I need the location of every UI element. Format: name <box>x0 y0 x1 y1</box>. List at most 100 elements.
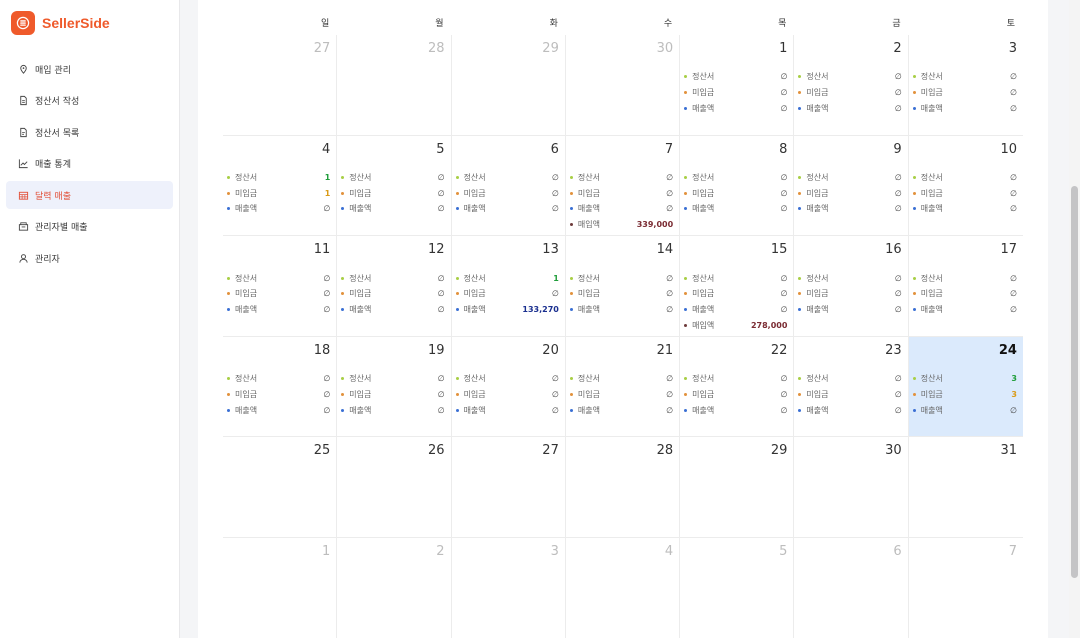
calendar-day[interactable]: 7 정산서 ∅ 미입금 ∅ 매출액 ∅ 매입액 339,000 <box>565 135 681 237</box>
entry-label: 매출액 <box>692 304 715 314</box>
calendar-day[interactable]: 20 정산서 ∅ 미입금 ∅ 매출액 ∅ <box>451 336 566 438</box>
sidebar-item-tag[interactable]: 매입 관리 <box>6 55 173 83</box>
entry-value: ∅ <box>780 405 788 415</box>
entry-statement: 정산서 ∅ <box>684 270 787 286</box>
entry-statement: 정산서 ∅ <box>684 69 787 85</box>
entry-label: 매출액 <box>692 204 715 214</box>
entry-value: ∅ <box>1010 188 1017 198</box>
entry-sales: 매출액 ∅ <box>569 302 673 318</box>
calendar-day[interactable]: 16 정산서 ∅ 미입금 ∅ 매출액 ∅ <box>794 236 909 337</box>
calendar-day[interactable]: 6 <box>794 537 909 638</box>
calendar-day[interactable]: 26 <box>337 437 452 538</box>
calendar-day[interactable]: 19 정산서 ∅ 미입금 ∅ 매출액 ∅ <box>337 336 452 438</box>
calendar-day[interactable]: 21 정산서 ∅ 미입금 ∅ 매출액 ∅ <box>565 336 681 438</box>
sidebar-item-calendar[interactable]: 달력 매출 <box>6 181 173 209</box>
calendar-day[interactable]: 29 <box>680 437 795 538</box>
entry-label: 매입액 <box>692 320 715 330</box>
entry-dot-icon <box>455 191 459 195</box>
calendar-day[interactable]: 27 <box>451 437 566 538</box>
calendar-day[interactable]: 27 <box>223 35 338 136</box>
entry-dot-icon <box>569 207 573 211</box>
calendar-day[interactable]: 28 <box>337 35 452 136</box>
calendar-day[interactable]: 18 정산서 ∅ 미입금 ∅ 매출액 ∅ <box>223 336 338 438</box>
entry-dot-icon <box>455 392 459 396</box>
entry-value: ∅ <box>551 204 559 214</box>
day-number: 15 <box>770 242 788 258</box>
calendar-day[interactable]: 13 정산서 1 미입금 ∅ 매출액 133,270 <box>451 236 566 337</box>
entry-sales: 매출액 ∅ <box>341 201 445 217</box>
entry-label: 정산서 <box>920 172 943 182</box>
calendar-day[interactable]: 5 정산서 ∅ 미입금 ∅ 매출액 ∅ <box>337 135 452 237</box>
day-entries: 정산서 ∅ 미입금 ∅ 매출액 ∅ 매입액 278,000 <box>684 270 787 333</box>
calendar-day[interactable]: 22 정산서 ∅ 미입금 ∅ 매출액 ∅ <box>680 336 795 438</box>
sidebar-item-label: 매입 관리 <box>35 65 71 76</box>
scrollbar-thumb[interactable] <box>1071 186 1078 578</box>
document-icon <box>17 95 29 107</box>
calendar-day[interactable]: 12 정산서 ∅ 미입금 ∅ 매출액 ∅ <box>337 236 452 337</box>
calendar-day[interactable]: 3 정산서 ∅ 미입금 ∅ 매출액 ∅ <box>908 35 1023 136</box>
weekday-label: 화 <box>549 19 558 29</box>
entry-dot-icon <box>798 191 802 195</box>
entry-label: 매출액 <box>349 304 372 314</box>
day-entries: 정산서 ∅ 미입금 ∅ 매출액 ∅ <box>455 170 559 217</box>
entry-value: ∅ <box>1010 405 1017 415</box>
entry-dot-icon <box>455 408 459 412</box>
sidebar-item-store[interactable]: 관리자별 매출 <box>6 213 173 241</box>
vertical-scrollbar[interactable] <box>1069 0 1080 638</box>
day-number: 23 <box>885 342 902 358</box>
sidebar-item-document-list[interactable]: 정산서 목록 <box>6 118 173 146</box>
calendar-day[interactable]: 4 정산서 1 미입금 1 매출액 ∅ <box>223 135 338 237</box>
entry-dot-icon <box>798 292 802 296</box>
entry-dot-icon <box>912 377 916 381</box>
day-number: 4 <box>664 543 674 559</box>
sidebar-item-user[interactable]: 관리자 <box>6 244 173 272</box>
entry-statement: 정산서 ∅ <box>341 270 445 286</box>
calendar-day[interactable]: 5 <box>680 537 795 638</box>
calendar-day[interactable]: 17 정산서 ∅ 미입금 ∅ 매출액 ∅ <box>908 236 1023 337</box>
entry-dot-icon <box>341 276 345 280</box>
calendar-day[interactable]: 8 정산서 ∅ 미입금 ∅ 매출액 ∅ <box>680 135 795 237</box>
calendar-day[interactable]: 30 <box>565 35 681 136</box>
entry-value: ∅ <box>894 204 902 214</box>
entry-dot-icon <box>341 175 345 179</box>
entry-sales: 매출액 ∅ <box>684 402 787 418</box>
calendar-day[interactable]: 31 <box>908 437 1023 538</box>
calendar-day[interactable]: 7 <box>908 538 1023 638</box>
brand[interactable]: SellerSide <box>0 0 179 46</box>
entry-dot-icon <box>798 75 802 79</box>
calendar-day-today[interactable]: 24 정산서 3 미입금 3 매출액 ∅ <box>908 336 1023 438</box>
calendar-day[interactable]: 9 정산서 ∅ 미입금 ∅ 매출액 ∅ <box>794 135 909 237</box>
day-number: 31 <box>1000 443 1017 459</box>
calendar-day[interactable]: 25 <box>223 437 338 538</box>
calendar-day[interactable]: 28 <box>565 437 681 538</box>
calendar-day[interactable]: 15 정산서 ∅ 미입금 ∅ 매출액 ∅ 매입액 278,000 <box>680 236 795 337</box>
entry-dot-icon <box>569 276 573 280</box>
entry-label: 미입금 <box>920 88 943 98</box>
calendar-day[interactable]: 2 <box>337 537 452 638</box>
entry-unpaid: 미입금 ∅ <box>455 386 559 402</box>
day-entries: 정산서 ∅ 미입금 ∅ 매출액 ∅ <box>341 170 445 217</box>
calendar-day[interactable]: 4 <box>565 537 681 638</box>
calendar-day[interactable]: 10 정산서 ∅ 미입금 ∅ 매출액 ∅ <box>908 136 1023 237</box>
calendar-day[interactable]: 3 <box>451 537 566 638</box>
sidebar-item-document[interactable]: 정산서 작성 <box>6 87 173 115</box>
entry-label: 정산서 <box>806 72 829 82</box>
entry-label: 미입금 <box>349 389 372 399</box>
calendar-day[interactable]: 29 <box>451 35 566 136</box>
calendar-day[interactable]: 1 정산서 ∅ 미입금 ∅ 매출액 ∅ <box>680 35 795 136</box>
entry-value: ∅ <box>551 389 559 399</box>
day-entries: 정산서 ∅ 미입금 ∅ 매출액 ∅ <box>798 170 902 217</box>
sidebar-item-line-chart[interactable]: 매출 통계 <box>6 150 173 178</box>
calendar-day[interactable]: 2 정산서 ∅ 미입금 ∅ 매출액 ∅ <box>794 35 909 136</box>
calendar-day[interactable]: 23 정산서 ∅ 미입금 ∅ 매출액 ∅ <box>794 336 909 438</box>
calendar-day[interactable]: 30 <box>794 437 909 538</box>
calendar-day[interactable]: 11 정산서 ∅ 미입금 ∅ 매출액 ∅ <box>223 236 338 337</box>
entry-value: ∅ <box>780 204 788 214</box>
entry-dot-icon <box>227 207 230 211</box>
calendar-day[interactable]: 1 <box>223 537 338 638</box>
entry-dot-icon <box>798 307 802 311</box>
calendar-day[interactable]: 14 정산서 ∅ 미입금 ∅ 매출액 ∅ <box>565 236 681 337</box>
entry-label: 정산서 <box>920 374 943 384</box>
entry-label: 매출액 <box>920 304 943 314</box>
calendar-day[interactable]: 6 정산서 ∅ 미입금 ∅ 매출액 ∅ <box>451 135 566 237</box>
